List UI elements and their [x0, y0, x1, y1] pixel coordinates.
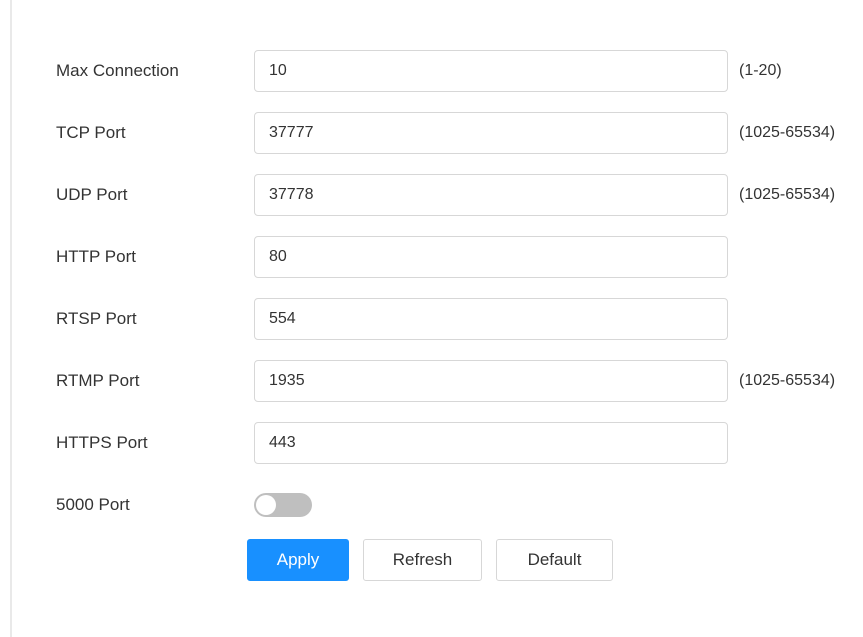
https-port-label: HTTPS Port	[56, 433, 148, 452]
port-5000-toggle[interactable]	[254, 493, 312, 517]
tcp-port-range-hint: (1025-65534)	[739, 124, 836, 141]
network-port-settings: Max Connection (1-20) TCP Port (1025-655…	[0, 0, 863, 637]
max-connection-input[interactable]	[254, 50, 728, 92]
rtsp-port-label: RTSP Port	[56, 309, 137, 328]
refresh-button[interactable]: Refresh	[363, 539, 482, 581]
http-port-label: HTTP Port	[56, 247, 136, 266]
http-port-input[interactable]	[254, 236, 728, 278]
rtmp-port-range-hint: (1025-65534)	[739, 372, 836, 389]
udp-port-range-hint: (1025-65534)	[739, 186, 836, 203]
https-port-input[interactable]	[254, 422, 728, 464]
max-connection-row: Max Connection (1-20)	[0, 50, 863, 92]
udp-port-input[interactable]	[254, 174, 728, 216]
max-connection-range-hint: (1-20)	[739, 62, 782, 79]
apply-button[interactable]: Apply	[247, 539, 349, 581]
port-5000-row: 5000 Port	[0, 484, 863, 526]
rtsp-port-row: RTSP Port	[0, 298, 863, 340]
udp-port-row: UDP Port (1025-65534)	[0, 174, 863, 216]
udp-port-label: UDP Port	[56, 185, 128, 204]
port-5000-label: 5000 Port	[56, 495, 130, 514]
tcp-port-input[interactable]	[254, 112, 728, 154]
default-button[interactable]: Default	[496, 539, 613, 581]
rtmp-port-label: RTMP Port	[56, 371, 140, 390]
http-port-row: HTTP Port	[0, 236, 863, 278]
rtmp-port-row: RTMP Port (1025-65534)	[0, 360, 863, 402]
rtsp-port-input[interactable]	[254, 298, 728, 340]
toggle-knob	[256, 495, 276, 515]
rtmp-port-input[interactable]	[254, 360, 728, 402]
https-port-row: HTTPS Port	[0, 422, 863, 464]
tcp-port-row: TCP Port (1025-65534)	[0, 112, 863, 154]
max-connection-label: Max Connection	[56, 61, 179, 80]
tcp-port-label: TCP Port	[56, 123, 126, 142]
